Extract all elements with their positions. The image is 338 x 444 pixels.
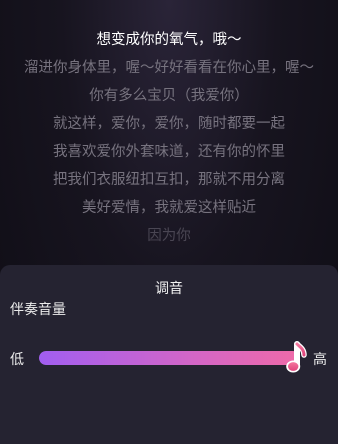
volume-slider-fill [39, 351, 300, 365]
panel-title: 调音 [155, 281, 183, 297]
volume-high-label: 高 [313, 352, 327, 368]
volume-low-label: 低 [10, 352, 24, 368]
lyric-line: 把我们衣服纽扣互扣，那就不用分离 [53, 172, 285, 188]
music-note-icon[interactable] [285, 341, 307, 375]
music-note-glyph [286, 341, 307, 373]
lyric-line: 美好爱情，我就爱这样贴近 [82, 200, 256, 216]
lyric-line: 溜进你身体里，喔～好好看看在你心里，喔～ [24, 60, 314, 76]
accompaniment-volume-label: 伴奏音量 [10, 302, 66, 318]
lyric-line: 我喜欢爱你外套味道，还有你的怀里 [53, 144, 285, 160]
volume-slider-track[interactable] [39, 351, 300, 365]
lyric-line-current: 想变成你的氧气，哦～ [96, 32, 242, 48]
tuning-panel: 调音 伴奏音量 低 高 [0, 265, 338, 444]
lyric-line: 你有多么宝贝（我爱你） [89, 88, 249, 104]
lyric-line: 就这样，爱你，爱你，随时都要一起 [53, 116, 285, 132]
lyrics-view: 想变成你的氧气，哦～ 溜进你身体里，喔～好好看看在你心里，喔～ 你有多么宝贝（我… [0, 0, 338, 275]
lyric-line: 因为你 [147, 228, 191, 244]
